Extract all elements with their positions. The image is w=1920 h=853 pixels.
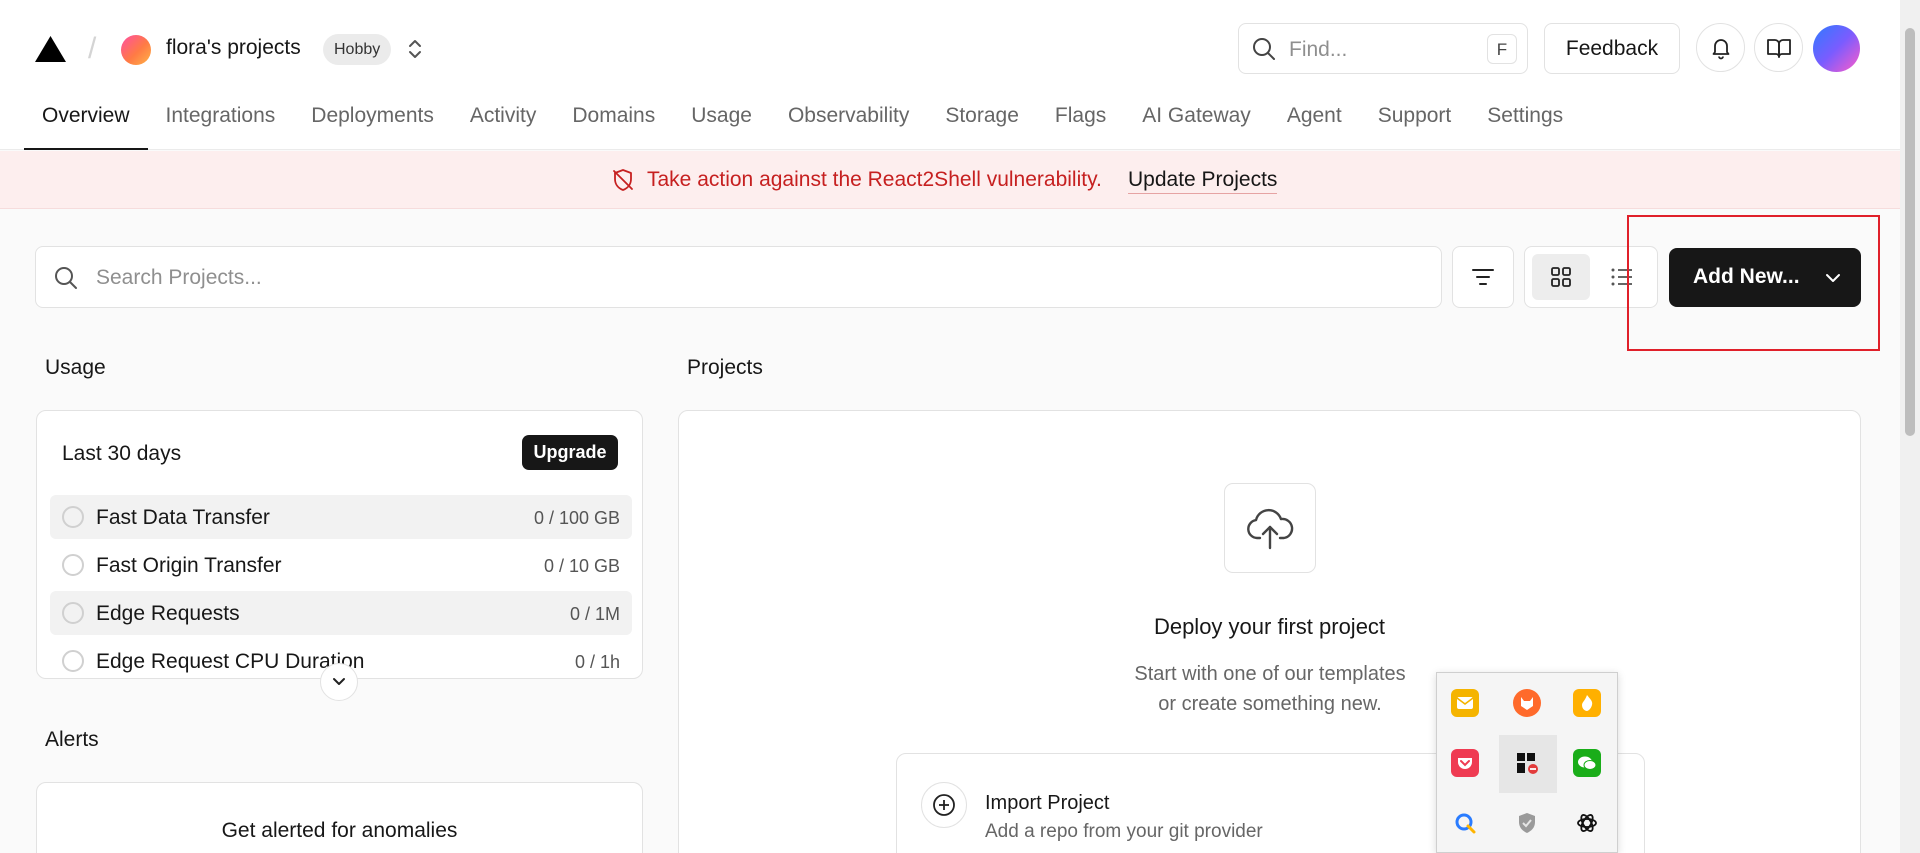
vulnerability-banner: Take action against the React2Shell vuln… bbox=[0, 151, 1900, 209]
usage-progress-ring bbox=[62, 602, 84, 624]
tab-settings[interactable]: Settings bbox=[1469, 100, 1581, 150]
bell-icon bbox=[1712, 38, 1729, 59]
tab-flags[interactable]: Flags bbox=[1037, 100, 1124, 150]
usage-metric-value: 0 / 1h bbox=[574, 652, 620, 672]
shield-icon[interactable] bbox=[1513, 809, 1541, 837]
tab-agent[interactable]: Agent bbox=[1269, 100, 1360, 150]
tab-deployments[interactable]: Deployments bbox=[293, 100, 452, 150]
tab-integrations[interactable]: Integrations bbox=[148, 100, 294, 150]
plan-badge: Hobby bbox=[323, 34, 392, 65]
find-shortcut-key: F bbox=[1487, 34, 1517, 64]
expand-usage-button[interactable] bbox=[320, 663, 358, 701]
tab-storage[interactable]: Storage bbox=[927, 100, 1037, 150]
app-grid-icon[interactable] bbox=[1513, 749, 1541, 777]
usage-section-title: Usage bbox=[45, 356, 106, 379]
vercel-logo-icon[interactable] bbox=[35, 36, 66, 62]
chevron-up-down-icon[interactable] bbox=[403, 36, 427, 62]
filter-icon bbox=[1472, 269, 1494, 285]
usage-card: Last 30 days Upgrade Fast Data Transfer … bbox=[36, 410, 643, 679]
feedback-button[interactable]: Feedback bbox=[1544, 23, 1680, 74]
alerts-section-title: Alerts bbox=[45, 728, 99, 751]
usage-row[interactable]: Edge Requests 0 / 1M bbox=[50, 591, 632, 635]
usage-metric-name: Fast Origin Transfer bbox=[96, 554, 282, 577]
mail-icon[interactable] bbox=[1451, 689, 1479, 717]
search-projects-input[interactable]: Search Projects... bbox=[35, 246, 1442, 308]
cloud-upload-icon bbox=[1247, 508, 1294, 550]
tab-support[interactable]: Support bbox=[1360, 100, 1470, 150]
tab-activity[interactable]: Activity bbox=[452, 100, 555, 150]
pocket-icon[interactable] bbox=[1451, 749, 1479, 777]
tab-overview[interactable]: Overview bbox=[24, 100, 148, 150]
chevron-down-icon bbox=[333, 678, 345, 685]
usage-metric-name: Fast Data Transfer bbox=[96, 506, 270, 529]
system-tray-popup bbox=[1436, 672, 1618, 853]
page-scrollbar[interactable] bbox=[1900, 0, 1920, 853]
projects-section-title: Projects bbox=[687, 356, 763, 379]
tab-observability[interactable]: Observability bbox=[770, 100, 927, 150]
search-icon bbox=[1253, 38, 1275, 60]
team-name[interactable]: flora's projects bbox=[166, 36, 301, 60]
cat-icon[interactable] bbox=[1513, 689, 1541, 717]
scrollbar-thumb[interactable] bbox=[1905, 28, 1915, 436]
usage-progress-ring bbox=[62, 554, 84, 576]
grid-icon bbox=[1551, 267, 1571, 287]
upgrade-button[interactable]: Upgrade bbox=[522, 435, 618, 470]
usage-metric-value: 0 / 1M bbox=[569, 604, 620, 624]
top-header: / flora's projects Hobby Find... F Feedb… bbox=[0, 0, 1900, 150]
user-avatar[interactable] bbox=[1813, 25, 1860, 72]
flame-shield-icon[interactable] bbox=[1573, 689, 1601, 717]
empty-state-subtitle: Start with one of our templates or creat… bbox=[1070, 659, 1470, 719]
find-placeholder: Find... bbox=[1289, 38, 1348, 61]
wechat-icon[interactable] bbox=[1573, 749, 1601, 777]
alerts-card: Get alerted for anomalies bbox=[36, 782, 643, 853]
usage-metric-value: 0 / 100 GB bbox=[533, 508, 620, 528]
banner-message: Take action against the React2Shell vuln… bbox=[647, 168, 1102, 191]
filter-button[interactable] bbox=[1452, 246, 1514, 308]
plus-circle-icon bbox=[921, 782, 967, 828]
tab-domains[interactable]: Domains bbox=[554, 100, 673, 150]
empty-state-subtitle-line: or create something new. bbox=[1158, 693, 1382, 715]
openai-icon[interactable] bbox=[1573, 809, 1601, 837]
usage-period: Last 30 days bbox=[62, 442, 182, 465]
breadcrumb-separator: / bbox=[88, 32, 97, 65]
main-tabs: Overview Integrations Deployments Activi… bbox=[24, 100, 1581, 150]
usage-row[interactable]: Fast Data Transfer 0 / 100 GB bbox=[50, 495, 632, 539]
projects-empty-state: Deploy your first project Start with one… bbox=[678, 410, 1861, 853]
update-projects-link[interactable]: Update Projects bbox=[1128, 168, 1278, 194]
usage-progress-ring bbox=[62, 650, 84, 672]
team-avatar[interactable] bbox=[121, 35, 151, 65]
find-input[interactable]: Find... F bbox=[1238, 23, 1528, 74]
import-project-subtitle: Add a repo from your git provider bbox=[985, 821, 1263, 842]
search-q-icon[interactable] bbox=[1451, 809, 1479, 837]
usage-metric-value: 0 / 10 GB bbox=[543, 556, 620, 576]
usage-progress-ring bbox=[62, 506, 84, 528]
notifications-button[interactable] bbox=[1696, 23, 1745, 72]
tab-ai-gateway[interactable]: AI Gateway bbox=[1124, 100, 1269, 150]
docs-button[interactable] bbox=[1754, 23, 1803, 72]
book-open-icon bbox=[1766, 38, 1791, 58]
empty-state-title: Deploy your first project bbox=[1153, 614, 1386, 639]
import-project-title: Import Project bbox=[985, 792, 1110, 814]
annotation-highlight-box bbox=[1627, 215, 1880, 351]
shield-off-icon bbox=[613, 169, 633, 191]
alerts-card-title: Get alerted for anomalies bbox=[221, 819, 458, 842]
search-projects-placeholder: Search Projects... bbox=[96, 266, 262, 289]
usage-row[interactable]: Fast Origin Transfer 0 / 10 GB bbox=[50, 543, 632, 587]
usage-metric-name: Edge Requests bbox=[96, 602, 240, 625]
upload-tile bbox=[1224, 483, 1316, 573]
grid-view-button[interactable] bbox=[1532, 254, 1590, 300]
search-icon bbox=[55, 267, 77, 289]
empty-state-subtitle-line: Start with one of our templates bbox=[1134, 663, 1406, 685]
tab-usage[interactable]: Usage bbox=[673, 100, 770, 150]
